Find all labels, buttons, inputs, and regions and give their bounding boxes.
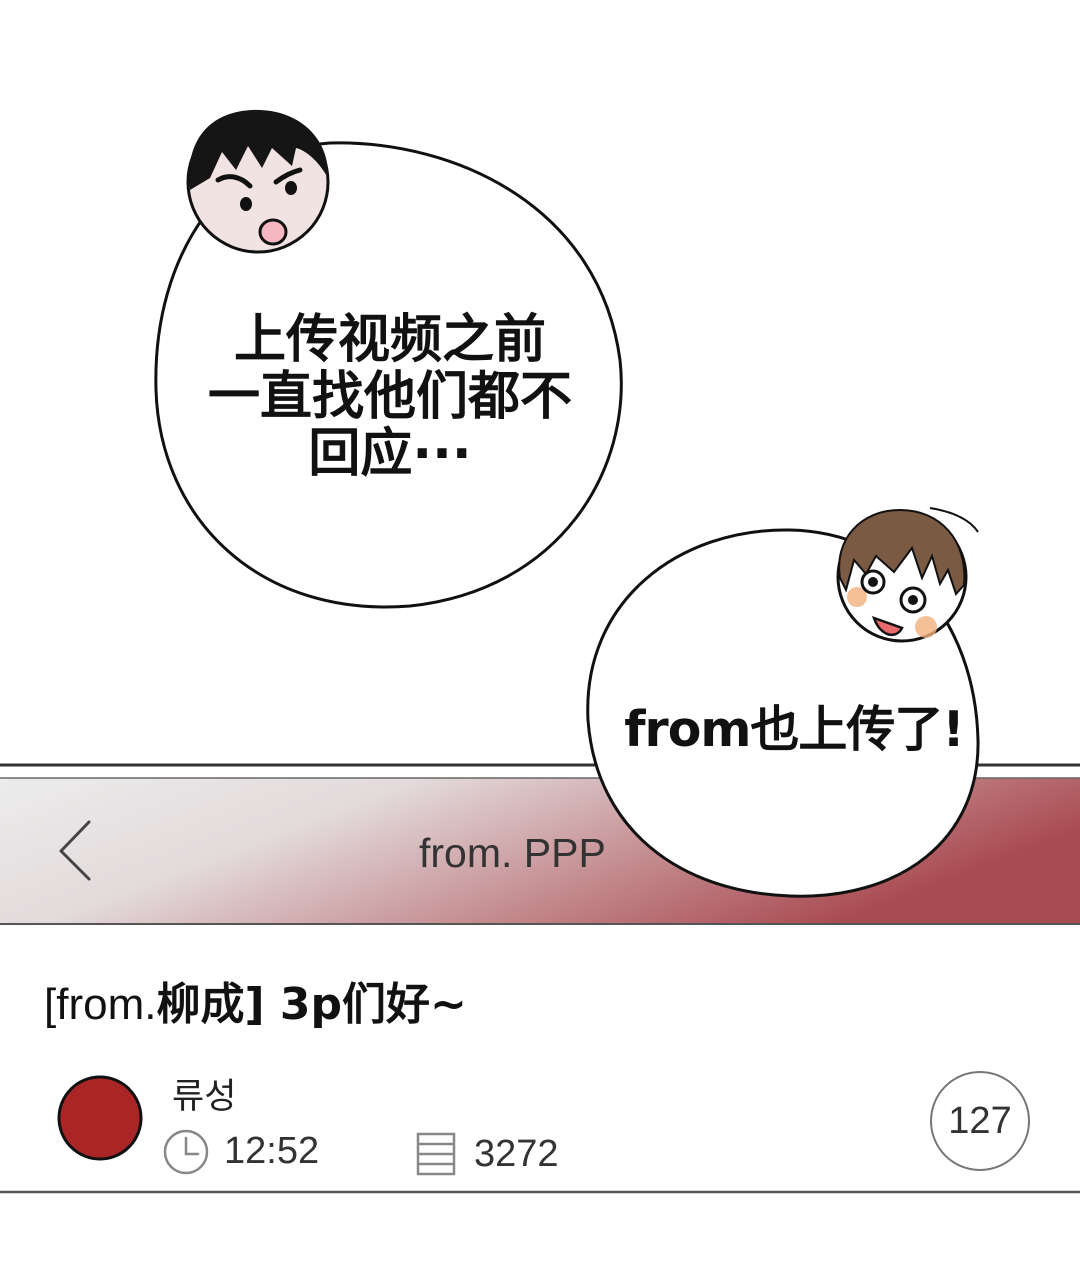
author-avatar[interactable] (57, 1075, 143, 1161)
back-button[interactable] (40, 808, 110, 898)
speech-line: 回应··· (308, 424, 472, 484)
speech-line: 上传视频之前 (233, 310, 546, 370)
speech-bubble-2-text: from也上传了! (614, 700, 974, 760)
speech-line: 一直找他们都不 (207, 367, 572, 427)
document-lines-icon (416, 1132, 456, 1176)
post-title-prefix: [from. (44, 980, 157, 1029)
nav-title: from. PPP (419, 830, 606, 876)
post-title-name: 柳成] (156, 979, 265, 1030)
post-title-rest: 3p们好~ (264, 979, 467, 1030)
speech-line: from也上传了! (624, 701, 965, 758)
view-count: 3272 (474, 1133, 559, 1175)
post-time: 12:52 (224, 1130, 320, 1172)
brown-haired-boy-head (836, 507, 979, 643)
speech-bubble-1-text: 上传视频之前 一直找他们都不 回应··· (150, 312, 630, 483)
comic-art (0, 109, 1080, 1194)
post-title[interactable]: [from.柳成] 3p们好~ (44, 968, 467, 1032)
author-name[interactable]: 류성 (172, 1068, 236, 1119)
comment-count[interactable]: 127 (930, 1071, 1030, 1171)
dark-haired-boy-head (186, 109, 330, 254)
clock-icon (163, 1129, 209, 1175)
